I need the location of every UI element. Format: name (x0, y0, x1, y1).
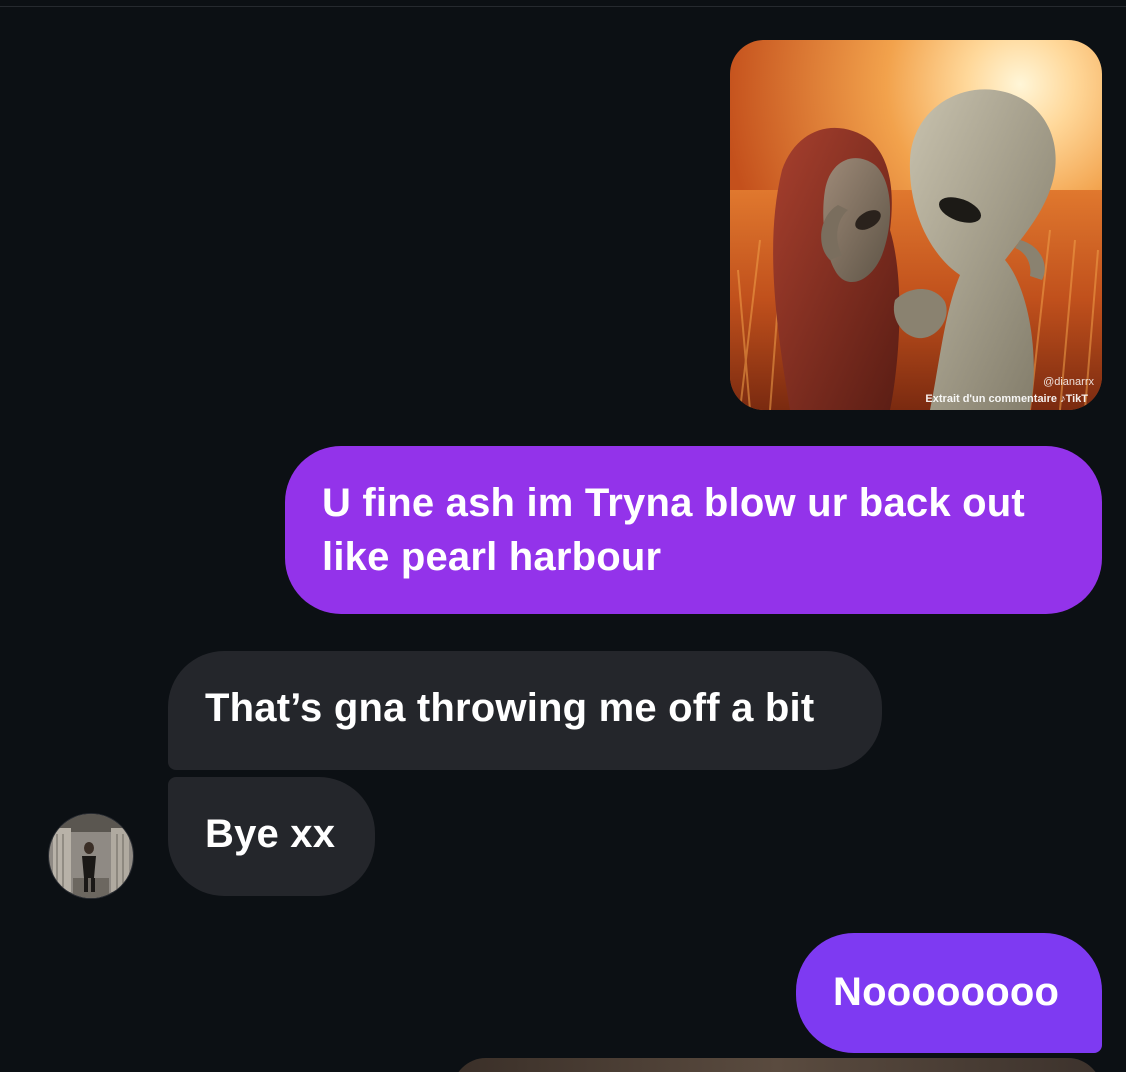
image-watermark-user: @dianarrx (1043, 376, 1094, 388)
message-text: That’s gna throwing me off a bit (205, 686, 815, 730)
sender-avatar[interactable] (48, 813, 134, 899)
message-text: Noooooooo (833, 970, 1060, 1014)
header-divider (0, 6, 1126, 7)
shared-image-message[interactable]: @dianarrx Extrait d'un commentaire ♪TikT (730, 40, 1102, 410)
alien-couple-image (730, 40, 1102, 410)
message-text: U fine ash im Tryna blow ur back out lik… (322, 481, 1025, 579)
next-media-message-preview[interactable] (452, 1058, 1102, 1072)
message-text: Bye xx (205, 812, 336, 856)
chat-thread: @dianarrx Extrait d'un commentaire ♪TikT… (0, 0, 1126, 1072)
image-watermark-brand: TikT (1065, 393, 1088, 405)
outgoing-message-bubble[interactable]: U fine ash im Tryna blow ur back out lik… (285, 446, 1102, 614)
incoming-message-bubble[interactable]: That’s gna throwing me off a bit (168, 651, 882, 770)
avatar-photo (49, 814, 133, 898)
image-watermark-caption-text: Extrait d'un commentaire (925, 393, 1058, 405)
outgoing-message-bubble[interactable]: Noooooooo (796, 933, 1102, 1053)
image-watermark-caption: Extrait d'un commentaire ♪TikT (925, 393, 1088, 405)
incoming-message-bubble[interactable]: Bye xx (168, 777, 375, 896)
